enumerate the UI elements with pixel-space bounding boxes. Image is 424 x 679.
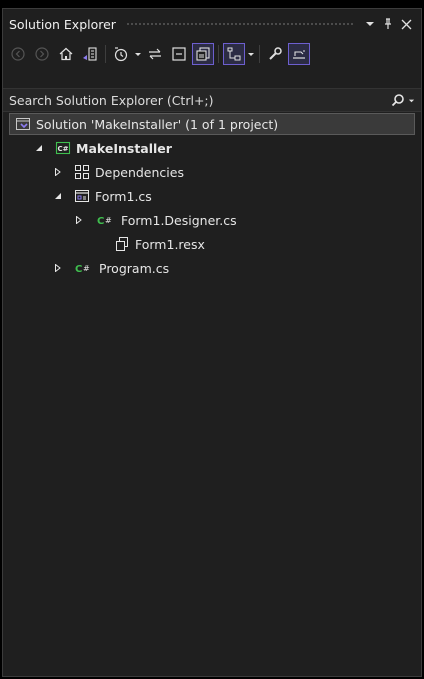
solution-explorer-panel: Solution Explorer Search Solution Explor… <box>2 8 422 677</box>
panel-title: Solution Explorer <box>9 16 116 32</box>
drag-grip[interactable] <box>125 21 353 27</box>
show-all-files-icon[interactable] <box>192 43 214 65</box>
collapsed-arrow-icon[interactable] <box>52 168 64 176</box>
properties-icon[interactable] <box>264 43 286 65</box>
dependencies-icon <box>74 164 90 180</box>
csharp-project-icon: C# <box>55 140 71 156</box>
forward-icon[interactable] <box>31 43 53 65</box>
svg-text:C: C <box>97 216 104 227</box>
pin-icon[interactable] <box>379 15 397 33</box>
search-input[interactable] <box>9 92 391 108</box>
tree-item-label: Solution 'MakeInstaller' (1 of 1 project… <box>36 116 279 132</box>
tree-item-form1[interactable]: Form1.cs <box>3 185 424 207</box>
collapsed-arrow-icon[interactable] <box>52 264 64 272</box>
search-bar <box>3 88 421 112</box>
resource-file-icon <box>114 236 130 252</box>
tree-item-program[interactable]: C # Program.cs <box>3 257 424 279</box>
tree-item-label: Form1.cs <box>95 188 152 204</box>
collapsed-arrow-icon[interactable] <box>73 216 85 224</box>
sync-icon[interactable] <box>144 43 166 65</box>
svg-text:#: # <box>83 264 90 273</box>
svg-text:C: C <box>75 264 82 275</box>
preview-selected-icon[interactable] <box>223 43 245 65</box>
expanded-arrow-icon[interactable] <box>33 144 45 152</box>
expanded-arrow-icon[interactable] <box>52 192 64 200</box>
toolbar-separator <box>259 45 260 63</box>
tree-item-project[interactable]: C# MakeInstaller <box>3 137 424 159</box>
svg-text:C#: C# <box>57 145 68 153</box>
track-active-item-icon[interactable] <box>288 43 310 65</box>
tree-item-label: Form1.Designer.cs <box>121 212 237 228</box>
toolbar-separator <box>105 45 106 63</box>
collapse-all-icon[interactable] <box>168 43 190 65</box>
tree-item-label: Form1.resx <box>135 236 205 252</box>
pending-changes-filter-icon[interactable] <box>110 43 132 65</box>
windows-form-icon <box>74 188 90 204</box>
panel-title-bar[interactable]: Solution Explorer <box>3 9 421 39</box>
svg-text:#: # <box>105 216 112 225</box>
solution-icon <box>15 116 31 132</box>
tree-item-label: MakeInstaller <box>76 140 172 156</box>
search-icon[interactable] <box>391 93 415 107</box>
tree-item-label: Dependencies <box>95 164 184 180</box>
search-options-dropdown-icon <box>408 99 415 102</box>
back-icon[interactable] <box>7 43 29 65</box>
home-icon[interactable] <box>55 43 77 65</box>
switch-views-icon[interactable] <box>79 43 101 65</box>
toolbar-separator <box>218 45 219 63</box>
tree-item-form1-resx[interactable]: Form1.resx <box>3 233 424 255</box>
csharp-file-icon: C # <box>74 260 94 276</box>
close-icon[interactable] <box>397 15 415 33</box>
filter-dropdown-icon[interactable] <box>134 43 142 65</box>
tree-item-form1-designer[interactable]: C # Form1.Designer.cs <box>3 209 424 231</box>
tree-item-dependencies[interactable]: Dependencies <box>3 161 424 183</box>
tree-item-solution[interactable]: Solution 'MakeInstaller' (1 of 1 project… <box>9 113 415 135</box>
csharp-file-icon: C # <box>96 212 116 228</box>
panel-toolbar <box>3 39 421 69</box>
tree-item-label: Program.cs <box>99 260 170 276</box>
dropdown-arrow-icon[interactable] <box>361 15 379 33</box>
preview-dropdown-icon[interactable] <box>247 43 255 65</box>
